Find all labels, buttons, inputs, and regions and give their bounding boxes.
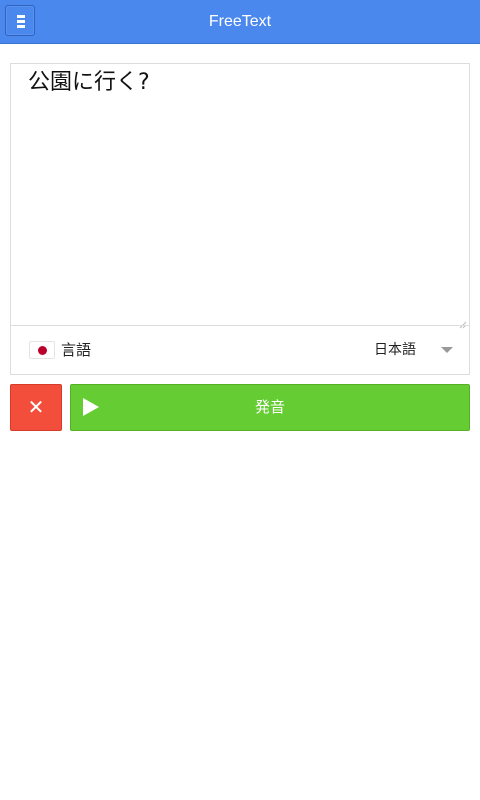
language-label: 言語 <box>61 341 92 359</box>
speak-button[interactable]: 発音 <box>70 384 470 431</box>
speak-button-label: 発音 <box>254 398 285 416</box>
app-title: FreeText <box>208 13 272 30</box>
language-select-value[interactable]: 日本語 <box>374 326 416 374</box>
language-selector[interactable]: 言語 日本語 <box>11 326 469 374</box>
text-input[interactable]: 公園に行く? <box>11 64 469 325</box>
app-header: FreeText <box>0 0 480 44</box>
close-icon: ✕ <box>27 395 45 419</box>
clear-button[interactable]: ✕ <box>10 384 62 431</box>
resize-grip-icon[interactable] <box>459 314 467 329</box>
text-card: 公園に行く? 言語 日本語 <box>10 63 470 375</box>
chevron-down-icon[interactable] <box>441 347 453 353</box>
japan-flag-icon <box>29 341 55 359</box>
